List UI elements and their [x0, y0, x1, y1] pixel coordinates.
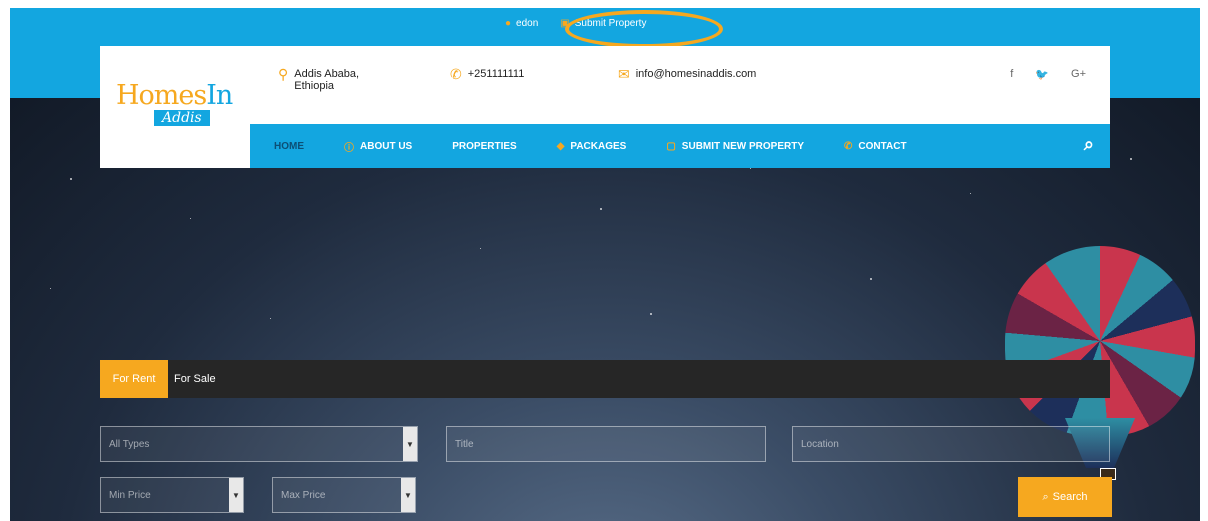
logo-in: In: [206, 80, 233, 111]
nav-item-about[interactable]: ⓘ ABOUT US: [344, 139, 412, 154]
star: [970, 193, 971, 194]
chevron-down-icon: ▼: [401, 478, 415, 512]
nav-contact-label: CONTACT: [858, 140, 907, 152]
user-link-label: edon: [516, 18, 539, 29]
max-price-select[interactable]: Max Price ▼: [272, 477, 416, 513]
phone-info: ✆ +251111111: [450, 66, 525, 82]
page-frame: ● edon ▣ Submit Property HomesIn Addis ⚲…: [10, 8, 1200, 521]
phone-number: +251111111: [467, 68, 525, 80]
search-button[interactable]: ⌕ Search: [1018, 477, 1112, 517]
tab-for-rent[interactable]: For Rent: [100, 360, 168, 398]
type-select-value: All Types: [109, 438, 150, 450]
search-button-label: Search: [1052, 491, 1088, 503]
search-icon: ⌕: [1042, 490, 1049, 503]
highlight-ellipse: [565, 10, 723, 48]
search-icon[interactable]: ⌕: [1084, 134, 1094, 155]
title-input[interactable]: Title: [446, 426, 766, 462]
nav-home-label: HOME: [274, 140, 304, 152]
google-plus-icon[interactable]: G+: [1071, 68, 1086, 81]
star: [870, 278, 872, 280]
star: [600, 208, 602, 210]
email-info: ✉ info@homesinaddis.com: [618, 66, 757, 82]
min-price-value: Min Price: [109, 489, 151, 501]
chevron-down-icon: ▼: [229, 478, 243, 512]
header-card: HomesIn Addis ⚲ Addis Ababa, Ethiopia ✆ …: [100, 46, 1110, 168]
address-line1: Addis Ababa,: [294, 68, 360, 80]
search-tabs: For Rent For Sale: [100, 360, 1110, 398]
user-icon: ●: [505, 18, 512, 29]
email-address: info@homesinaddis.com: [635, 68, 757, 80]
phone-icon: ✆: [844, 140, 853, 152]
tab-for-sale[interactable]: For Sale: [168, 360, 222, 398]
star: [50, 288, 51, 289]
title-input-placeholder: Title: [455, 438, 474, 450]
star: [1130, 158, 1132, 160]
submit-icon: ▢: [666, 140, 676, 152]
location-input-placeholder: Location: [801, 438, 839, 450]
nav-about-label: ABOUT US: [360, 140, 413, 152]
star: [270, 318, 271, 319]
user-link[interactable]: ● edon: [505, 18, 538, 29]
logo-main: Homes: [116, 80, 207, 111]
logo-wordmark: HomesIn: [116, 80, 234, 111]
address-info: ⚲ Addis Ababa, Ethiopia: [278, 66, 360, 92]
info-icon: ⓘ: [344, 142, 354, 154]
phone-icon: ✆: [450, 66, 462, 82]
type-select[interactable]: All Types ▼: [100, 426, 418, 462]
social-links: f 🐦 G+: [1010, 68, 1086, 81]
nav-item-contact[interactable]: ✆ CONTACT: [844, 141, 907, 152]
hot-air-balloon-image: [1005, 246, 1195, 436]
logo-sub: Addis: [154, 110, 210, 126]
nav-item-home[interactable]: HOME: [274, 141, 304, 152]
nav-submit-label: SUBMIT NEW PROPERTY: [681, 140, 805, 152]
star: [750, 168, 751, 169]
packages-icon: ◆: [556, 140, 565, 152]
nav-item-packages[interactable]: ◆ PACKAGES: [557, 141, 627, 152]
star: [480, 248, 481, 249]
facebook-icon[interactable]: f: [1010, 68, 1013, 81]
location-input[interactable]: Location: [792, 426, 1110, 462]
nav-item-submit[interactable]: ▢ SUBMIT NEW PROPERTY: [666, 141, 804, 152]
min-price-select[interactable]: Min Price ▼: [100, 477, 244, 513]
address-line2: Ethiopia: [294, 80, 335, 92]
nav-packages-label: PACKAGES: [570, 140, 627, 152]
chevron-down-icon: ▼: [403, 427, 417, 461]
star: [70, 178, 72, 180]
max-price-value: Max Price: [281, 489, 326, 501]
star: [650, 313, 652, 315]
twitter-icon[interactable]: 🐦: [1035, 68, 1049, 81]
nav-properties-label: PROPERTIES: [452, 140, 517, 152]
site-logo[interactable]: HomesIn Addis: [116, 80, 234, 134]
main-nav: HOME ⓘ ABOUT US PROPERTIES ◆ PACKAGES ▢ …: [250, 124, 1110, 168]
email-icon: ✉: [618, 66, 630, 82]
star: [190, 218, 191, 219]
nav-item-properties[interactable]: PROPERTIES: [452, 141, 516, 152]
location-pin-icon: ⚲: [278, 66, 289, 82]
